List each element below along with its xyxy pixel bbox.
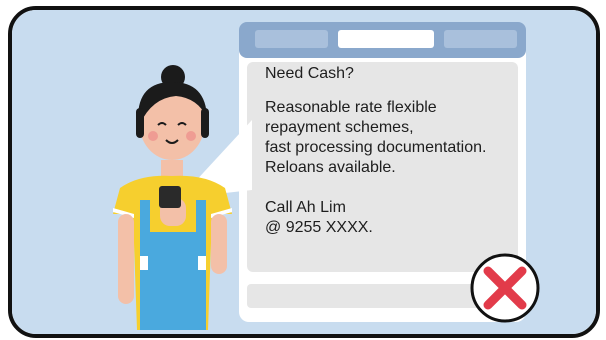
message-line: Need Cash? [265, 65, 354, 82]
message-line: repayment schemes, [265, 119, 414, 136]
message-line: Call Ah Lim [265, 199, 346, 216]
scam-message: Need Cash? Reasonable rate flexible repa… [265, 64, 520, 238]
held-phone [159, 186, 181, 208]
phone-tab-center [338, 30, 434, 48]
message-line: @ 9255 XXXX. [265, 219, 373, 236]
message-line: Reloans available. [265, 159, 396, 176]
phone-tab-left [255, 30, 328, 48]
phone-tab-right [444, 30, 517, 48]
message-line: fast processing documentation. [265, 139, 487, 156]
message-line: Reasonable rate flexible [265, 99, 437, 116]
reject-badge [470, 253, 540, 323]
illustration: Need Cash? Reasonable rate flexible repa… [0, 0, 606, 340]
